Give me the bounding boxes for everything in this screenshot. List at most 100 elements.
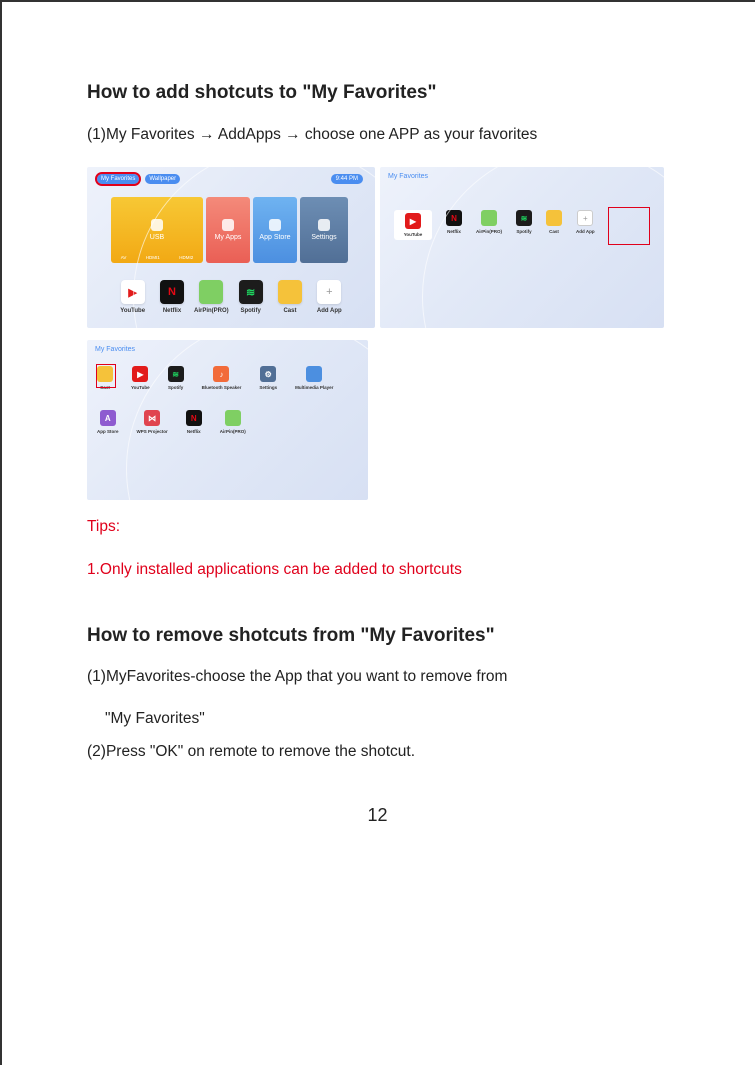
bluetooth-speaker-icon: ♪ xyxy=(213,366,230,382)
grid-netflix: N Netflix xyxy=(185,410,202,434)
plus-icon: + xyxy=(317,280,342,304)
fav-netflix: N Netflix xyxy=(446,210,462,240)
youtube-icon: ▶ xyxy=(120,280,145,304)
spotify-icon: ≋ xyxy=(167,366,184,382)
status-time: 9:44 PM xyxy=(330,174,363,184)
grid-settings: ⚙ Settings xyxy=(259,366,277,390)
step-add-1: (1)My Favorites → AddApps → choose one A… xyxy=(87,126,538,143)
highlight-cast xyxy=(96,364,116,388)
grid-bluetooth: ♪ Bluetooth Speaker xyxy=(201,366,242,390)
fav-airpin: AirPin(PRO) xyxy=(476,210,502,240)
fav-label: Cast xyxy=(549,229,559,234)
airpin-icon xyxy=(481,210,497,226)
fav-label: Netflix xyxy=(447,229,461,234)
dock-youtube: ▶ YouTube xyxy=(113,280,152,314)
dock-add-app: + Add App xyxy=(310,280,349,314)
grid-multimedia: Multimedia Player xyxy=(295,366,333,390)
fav-cast: Cast xyxy=(546,210,563,240)
youtube-icon: ▶ xyxy=(405,213,421,229)
grid-app-store: A App Store xyxy=(97,410,119,434)
dock-label: Add App xyxy=(316,308,342,314)
hdmi1-label: HDMI1 xyxy=(145,255,160,260)
usb-tile: USB AV HDMI1 HDMI2 xyxy=(111,197,203,263)
dock-label: YouTube xyxy=(120,308,146,314)
favorites-row-screenshot-1: My Favorites ▶ YouTube N Netflix AirPin(PR… xyxy=(380,167,664,328)
spotify-icon: ≋ xyxy=(238,280,263,304)
netflix-icon: N xyxy=(185,410,202,426)
step-remove-2: (2)Press "OK" on remote to remove the sh… xyxy=(87,743,416,760)
favorites-grid-title: My Favorites xyxy=(95,346,136,353)
favorites-title: My Favorites xyxy=(388,173,429,180)
fav-spotify: ≋ Spotify xyxy=(516,210,533,240)
fav-add-app: + Add App xyxy=(576,210,595,240)
app-store-label: App Store xyxy=(259,234,291,241)
cast-icon xyxy=(546,210,563,226)
settings-tile: Settings xyxy=(300,197,348,263)
usb-icon xyxy=(151,219,163,231)
fav-label: AirPin(PRO) xyxy=(476,229,503,234)
usb-label: USB xyxy=(149,234,165,241)
grid-label: Multimedia Player xyxy=(295,385,334,390)
tips-label: Tips: xyxy=(87,518,121,535)
tips-line-1: 1.Only installed applications can be add… xyxy=(87,561,462,578)
gear-icon xyxy=(318,219,330,231)
my-apps-label: My Apps xyxy=(214,234,242,241)
my-apps-tile: My Apps xyxy=(206,197,250,263)
dock-netflix: N Netflix xyxy=(152,280,191,314)
airpin-icon xyxy=(199,280,224,304)
dock-airpin: AirPin(PRO) xyxy=(192,280,231,314)
settings-label: Settings xyxy=(311,234,337,241)
dock-label: Cast xyxy=(283,308,297,314)
grid-wps: ⋈ WPS Projector xyxy=(137,410,168,434)
dock-label: Netflix xyxy=(162,308,182,314)
cast-icon xyxy=(277,280,302,304)
step-remove-1a: (1)MyFavorites-choose the App that you w… xyxy=(87,668,508,685)
app-store-tile: App Store xyxy=(253,197,297,263)
grid-airpin: AirPin(PRO) xyxy=(220,410,246,434)
grid-spotify: ≋ Spotify xyxy=(167,366,184,390)
dock-label: AirPin(PRO) xyxy=(193,308,229,314)
fav-label: YouTube xyxy=(403,232,423,237)
airpin-icon xyxy=(224,410,241,426)
dock-spotify: ≋ Spotify xyxy=(231,280,270,314)
step-remove-1b: "My Favorites" xyxy=(105,710,205,727)
dock: ▶ YouTube N Netflix AirPin(PRO) ≋ Spotify C… xyxy=(113,280,349,314)
app-store-icon xyxy=(269,219,281,231)
grid-label: WPS Projector xyxy=(136,429,168,434)
grid-label: Bluetooth Speaker xyxy=(201,385,242,390)
favorites-grid-row-1: Cast ▶ YouTube ≋ Spotify ♪ Bluetooth Speake… xyxy=(97,366,333,390)
dock-cast: Cast xyxy=(270,280,309,314)
spotify-icon: ≋ xyxy=(516,210,533,226)
home-screenshot-1: My Favorites Wallpaper 9:44 PM USB AV HD… xyxy=(87,167,375,328)
my-favorites-pill: My Favorites xyxy=(94,172,142,186)
grid-label: AirPin(PRO) xyxy=(219,429,246,434)
favorites-row: ▶ YouTube N Netflix AirPin(PRO) ≋ Spotify C… xyxy=(394,210,595,240)
grid-label: App Store xyxy=(97,429,119,434)
app-store-icon: A xyxy=(99,410,116,426)
plus-icon: + xyxy=(577,210,594,226)
youtube-icon: ▶ xyxy=(132,366,149,382)
highlight-add-app xyxy=(608,207,650,245)
multimedia-player-icon xyxy=(306,366,323,382)
wps-projector-icon: ⋈ xyxy=(144,410,161,426)
my-apps-icon xyxy=(222,219,234,231)
grid-label: Netflix xyxy=(186,429,201,434)
favorites-grid-screenshot: My Favorites Cast ▶ YouTube ≋ Spotify ♪ Blu… xyxy=(87,340,368,500)
fav-label: Spotify xyxy=(516,229,532,234)
netflix-icon: N xyxy=(446,210,462,226)
page-number: 12 xyxy=(367,805,388,825)
fav-youtube: ▶ YouTube xyxy=(394,210,432,240)
fav-label: Add App xyxy=(576,229,595,234)
grid-label: Settings xyxy=(259,385,278,390)
av-label: AV xyxy=(120,255,127,260)
dock-label: Spotify xyxy=(240,308,261,314)
grid-label: YouTube xyxy=(131,385,150,390)
grid-label: Spotify xyxy=(167,385,184,390)
wallpaper-pill: Wallpaper xyxy=(145,174,181,184)
hdmi2-label: HDMI2 xyxy=(179,255,194,260)
section-heading-remove: How to remove shotcuts from "My Favorite… xyxy=(87,625,495,646)
favorites-grid-row-2: A App Store ⋈ WPS Projector N Netflix AirPi… xyxy=(97,410,246,434)
netflix-icon: N xyxy=(159,280,184,304)
section-heading-add: How to add shotcuts to "My Favorites" xyxy=(87,82,437,103)
grid-youtube: ▶ YouTube xyxy=(131,366,150,390)
